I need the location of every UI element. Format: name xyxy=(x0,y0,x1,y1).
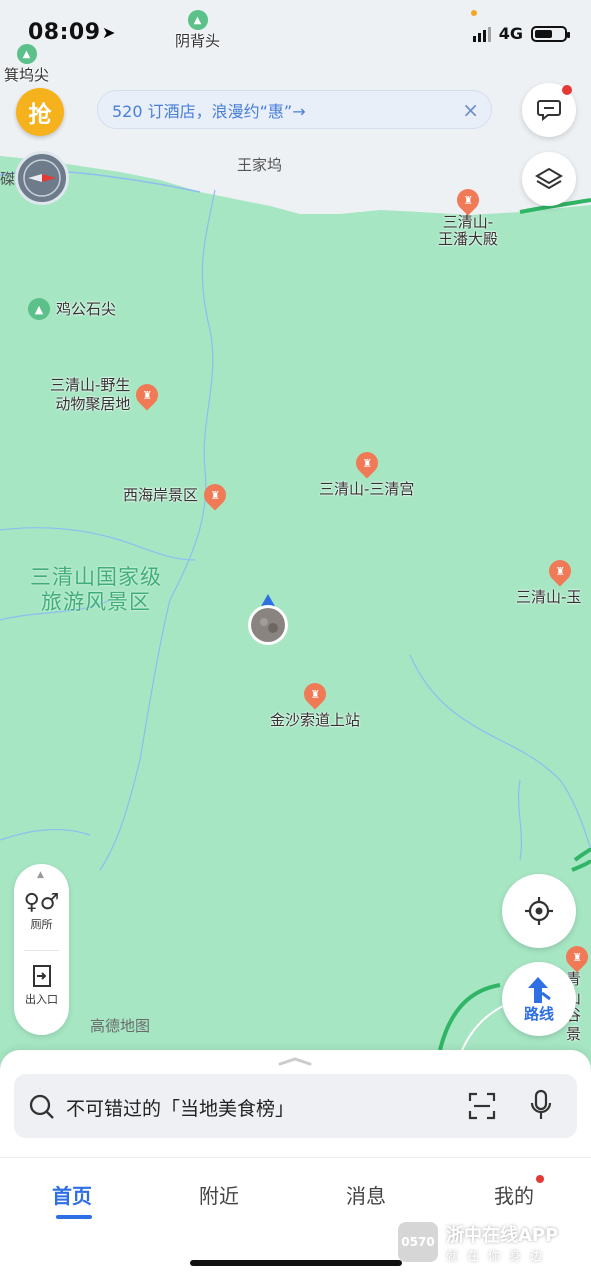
village-cut-label: 磔 xyxy=(0,170,16,188)
scenic-spot-icon: ♜ xyxy=(452,184,484,216)
poi-sanqinggong[interactable]: ♜ 三清山-三清宫 xyxy=(319,447,414,499)
current-location-marker[interactable] xyxy=(246,592,290,648)
poi-jigong[interactable]: ▲ 鸡公石尖 xyxy=(28,298,116,320)
notification-dot xyxy=(536,1175,544,1183)
route-button[interactable]: 路线 xyxy=(502,962,576,1036)
poi-xihaian[interactable]: 西海岸景区 ♜ xyxy=(123,479,231,511)
signal-icon xyxy=(472,26,491,42)
hotel-promo-banner[interactable]: 520 订酒店，浪漫约“惠”→ × xyxy=(97,90,492,129)
notification-dot xyxy=(562,85,572,95)
network-type: 4G xyxy=(498,24,523,43)
search-bar[interactable]: 不可错过的「当地美食榜」 xyxy=(14,1074,577,1138)
status-bar: 08:09 ➤ 4G xyxy=(0,0,591,70)
poi-wildlife[interactable]: 三清山-野生 动物聚居地 ♜ xyxy=(50,376,163,414)
promo-grab-button[interactable]: 抢 xyxy=(16,88,64,136)
search-icon xyxy=(29,1094,54,1119)
watermark: 0570 浙中在线APP 就在你身边 xyxy=(396,1218,586,1266)
tab-home[interactable]: 首页 xyxy=(52,1180,92,1209)
scenic-spot-icon: ♜ xyxy=(299,678,331,710)
entrance-icon xyxy=(32,965,51,987)
collapse-arrow-icon[interactable]: ▲ xyxy=(37,870,44,880)
layers-button[interactable] xyxy=(522,152,576,206)
route-label: 路线 xyxy=(523,1004,554,1023)
compass-button[interactable] xyxy=(15,151,69,205)
poi-jiwujian[interactable]: ▲ 箕坞尖 xyxy=(4,44,49,85)
status-time: 08:09 xyxy=(28,20,101,45)
tab-mine[interactable]: 我的 xyxy=(494,1180,534,1209)
divider xyxy=(0,1157,591,1158)
privacy-dot-icon xyxy=(471,10,477,16)
scenic-spot-icon: ♜ xyxy=(351,447,383,479)
divider xyxy=(24,950,59,951)
scenic-spot-icon: ♜ xyxy=(544,555,576,587)
tab-active-indicator xyxy=(56,1215,92,1219)
compass-icon xyxy=(23,159,61,197)
crosshair-icon xyxy=(525,897,553,925)
poi-wangpan[interactable]: ♜ 三清山- 王潘大殿 xyxy=(438,184,498,249)
microphone-icon[interactable] xyxy=(528,1089,554,1123)
mountain-icon: ▲ xyxy=(28,298,50,320)
poi-sanqingyu[interactable]: ♜ 三清山-玉 xyxy=(516,555,581,607)
scenic-spot-icon: ♜ xyxy=(561,941,591,973)
route-arrow-icon xyxy=(528,976,551,1003)
map-tool-panel: ▲ ♀♂ 厕所 出入口 xyxy=(14,864,69,1035)
scenic-region-label: 三清山国家级 旅游风景区 xyxy=(30,565,162,614)
home-indicator[interactable] xyxy=(190,1260,402,1266)
poi-jinsha[interactable]: ♜ 金沙索道上站 xyxy=(270,678,360,730)
scenic-spot-icon: ♜ xyxy=(131,379,163,411)
sheet-handle-icon[interactable] xyxy=(278,1056,312,1066)
mountain-icon: ▲ xyxy=(16,44,37,64)
watermark-logo: 0570 xyxy=(396,1220,440,1264)
scenic-spot-icon: ♜ xyxy=(199,479,231,511)
battery-icon xyxy=(531,25,570,42)
entrance-button[interactable]: 出入口 xyxy=(14,964,69,1007)
tab-nearby[interactable]: 附近 xyxy=(199,1180,239,1209)
map-view[interactable]: 08:09 ➤ 4G ▲ 箕坞尖 ▲ 阴背头 抢 520 订酒店，浪漫约“惠”→… xyxy=(0,0,591,1060)
chat-bubble-icon xyxy=(537,100,561,122)
close-icon[interactable]: × xyxy=(462,98,479,122)
toilet-icon: ♀♂ xyxy=(23,890,60,915)
village-wangjiawu: 王家坞 xyxy=(237,156,283,174)
locate-button[interactable] xyxy=(502,874,576,948)
scan-icon[interactable] xyxy=(467,1091,497,1121)
layers-icon xyxy=(535,167,563,190)
amap-logo: 高德地图 xyxy=(90,1017,151,1035)
location-arrow-icon: ➤ xyxy=(102,23,116,42)
poi-yinbeitou[interactable]: ▲ 阴背头 xyxy=(175,10,220,51)
message-button[interactable] xyxy=(522,83,576,137)
location-avatar-icon xyxy=(248,594,288,645)
toilet-button[interactable]: ♀♂ 厕所 xyxy=(14,890,69,932)
search-input[interactable]: 不可错过的「当地美食榜」 xyxy=(66,1094,294,1121)
tab-messages[interactable]: 消息 xyxy=(346,1180,386,1209)
mountain-icon: ▲ xyxy=(187,10,208,30)
